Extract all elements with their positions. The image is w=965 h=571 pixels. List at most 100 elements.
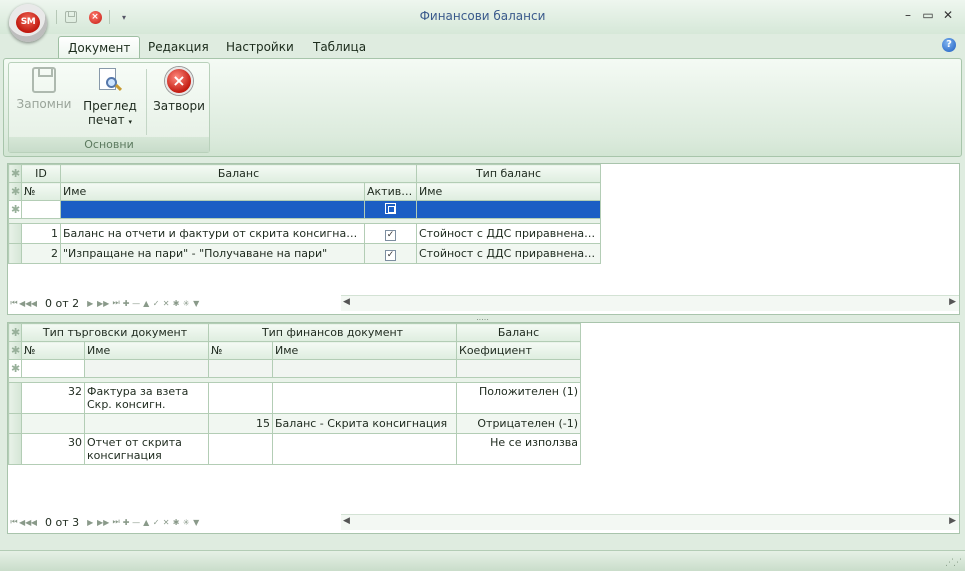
cell-fin-no[interactable] [208,382,274,414]
scroll-right-icon[interactable]: ▶ [949,297,956,307]
append-icon[interactable]: ✚ [121,299,131,308]
cell-trade-no[interactable]: 30 [21,433,85,465]
cell-coefficient[interactable]: Не се използва [456,433,582,465]
post-icon[interactable]: ✓ [151,518,161,527]
table-row[interactable]: 2 "Изпращане на пари" - "Получаване на п… [8,243,601,264]
new-row-type-cell[interactable] [416,200,601,219]
cell-trade-name[interactable]: Отчет от скрита консигнация [83,433,210,465]
tab-settings[interactable]: Настройки [217,36,303,58]
cancel-icon[interactable]: ✕ [161,518,171,527]
delete-icon[interactable]: — [131,299,141,308]
cancel-icon[interactable]: ✕ [161,299,171,308]
new-row-cell[interactable] [208,359,274,378]
tab-edit[interactable]: Редакция [139,36,218,58]
scroll-right-icon[interactable]: ▶ [949,516,956,526]
column-header-type-name[interactable]: Име [416,182,601,201]
maximize-button[interactable]: ▭ [921,6,935,24]
application-menu-button[interactable]: SM [9,4,47,42]
cell-coefficient[interactable]: Отрицателен (-1) [456,413,582,434]
new-row-no-cell[interactable] [21,200,61,219]
checkbox-checked[interactable]: ✓ [385,229,396,241]
prev-record-icon[interactable]: ◀ [29,299,39,308]
column-header-active[interactable]: Активен [364,182,417,201]
filter-icon[interactable]: ▼ [191,299,201,308]
cell-coefficient[interactable]: Положителен (1) [456,382,582,414]
delete-icon[interactable]: — [131,518,141,527]
cell-trade-name[interactable] [83,413,210,434]
close-window-button[interactable]: ✕ [941,6,955,24]
post-icon[interactable]: ✓ [151,299,161,308]
horizontal-scrollbar[interactable]: ◀ ▶ [341,295,959,311]
column-header-trade-no[interactable]: № [21,341,85,360]
table-row[interactable]: 32 Фактура за взета Скр. консигн. Положи… [8,382,582,414]
append-icon[interactable]: ✚ [121,518,131,527]
next-record-icon[interactable]: ▶ [85,299,95,308]
edit-icon[interactable]: ▲ [141,299,151,308]
column-header-no[interactable]: № [21,182,61,201]
cell-name[interactable]: Баланс на отчети и фактури от скрита кон… [60,223,365,244]
cell-no[interactable]: 1 [21,223,61,244]
tab-table[interactable]: Таблица [304,36,375,58]
splitter-handle[interactable]: ..... [3,314,962,322]
cell-fin-no[interactable]: 15 [208,413,274,434]
band-balance-type[interactable]: Тип баланс [416,164,601,183]
cell-fin-name[interactable]: Баланс - Скрита консигнация [272,413,458,434]
new-row-name-cell[interactable] [60,200,365,219]
cell-active[interactable]: ✓ [364,223,417,244]
first-page-icon[interactable]: ⏮ [9,517,19,527]
last-page-icon[interactable]: ⏭ [111,298,121,308]
checkbox-checked[interactable]: ✓ [385,249,396,261]
cell-active[interactable]: ✓ [364,243,417,264]
column-header-fin-no[interactable]: № [208,341,274,360]
scroll-left-icon[interactable]: ◀ [343,297,350,307]
next-record-icon[interactable]: ▶ [85,518,95,527]
new-row-cell[interactable] [456,359,582,378]
bookmark-icon[interactable]: ✳ [181,299,191,308]
print-preview-button[interactable]: Преглед печат ▾ [79,67,141,129]
cell-fin-no[interactable] [208,433,274,465]
new-row-cell[interactable] [83,359,210,378]
save-button[interactable]: Запомни [15,67,73,111]
column-header-coefficient[interactable]: Коефициент [456,341,582,360]
filter-icon[interactable]: ▼ [191,518,201,527]
cell-type-name[interactable]: Стойност с ДДС приравнена към... [416,243,601,264]
new-row-cell[interactable] [272,359,458,378]
new-row-cell[interactable] [21,359,85,378]
table-row[interactable]: 1 Баланс на отчети и фактури от скрита к… [8,223,601,244]
tab-document[interactable]: Документ [58,36,141,58]
close-button[interactable]: × Затвори [151,67,207,113]
prev-page-icon[interactable]: ◀◀ [19,518,31,527]
band-id[interactable]: ID [21,164,61,183]
band-balance[interactable]: Баланс [456,323,582,342]
scroll-left-icon[interactable]: ◀ [343,516,350,526]
column-header-trade-name[interactable]: Име [83,341,210,360]
band-financial-document-type[interactable]: Тип финансов документ [208,323,458,342]
cell-fin-name[interactable] [272,382,458,414]
table-row[interactable]: 30 Отчет от скрита консигнация Не се изп… [8,433,582,465]
band-balance[interactable]: Баланс [60,164,417,183]
bookmark-icon[interactable]: ✳ [181,518,191,527]
cell-fin-name[interactable] [272,433,458,465]
cell-name[interactable]: "Изпращане на пари" - "Получаване на пар… [60,243,365,264]
refresh-icon[interactable]: ✱ [171,518,181,527]
new-row-active-cell[interactable] [364,200,417,219]
minimize-button[interactable]: – [901,6,915,24]
cell-trade-name[interactable]: Фактура за взета Скр. консигн. [83,382,210,414]
help-icon[interactable]: ? [942,38,956,52]
refresh-icon[interactable]: ✱ [171,299,181,308]
first-page-icon[interactable]: ⏮ [9,298,19,308]
next-page-icon[interactable]: ▶▶ [95,299,111,308]
table-row[interactable]: 15 Баланс - Скрита консигнация Отрицател… [8,413,582,434]
last-page-icon[interactable]: ⏭ [111,517,121,527]
band-trade-document-type[interactable]: Тип търговски документ [20,323,210,342]
cell-no[interactable]: 2 [21,243,61,264]
horizontal-scrollbar[interactable]: ◀ ▶ [341,514,959,530]
prev-record-icon[interactable]: ◀ [29,518,39,527]
cell-type-name[interactable]: Стойност с ДДС приравнена към... [416,223,601,244]
new-item-row[interactable]: ✱ [8,200,601,219]
column-header-name[interactable]: Име [60,182,365,201]
checkbox[interactable] [385,202,396,214]
new-item-row[interactable]: ✱ [8,359,582,378]
prev-page-icon[interactable]: ◀◀ [19,299,31,308]
column-header-fin-name[interactable]: Име [272,341,458,360]
